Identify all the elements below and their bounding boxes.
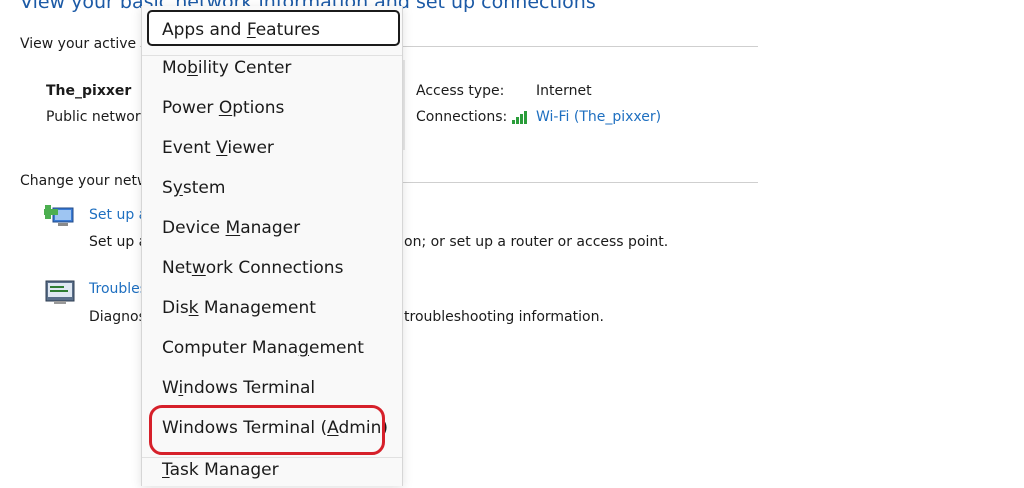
wifi-connection-link[interactable]: Wi-Fi (The_pixxer) — [536, 109, 661, 125]
task-link-troubleshoot[interactable]: Troubles — [89, 281, 147, 297]
menu-item-computer-management[interactable]: Computer Management — [142, 330, 402, 366]
menu-item-accelerator: F — [246, 20, 256, 40]
menu-item-label: anager — [240, 218, 301, 238]
menu-item-label: stem — [182, 178, 226, 198]
menu-item-accelerator: k — [188, 298, 199, 318]
menu-item-label: Dis — [162, 298, 189, 318]
active-networks-label: View your active n — [20, 36, 150, 52]
task-desc-troubleshoot-start: Diagnos — [89, 309, 146, 325]
menu-item-label: Computer Mana — [162, 338, 299, 358]
menu-item-label: ork Connections — [205, 258, 344, 278]
menu-item-disk-management[interactable]: Disk Management — [142, 290, 402, 326]
menu-item-power-options[interactable]: Power Options — [142, 90, 402, 126]
menu-item-label: Apps and — [162, 20, 247, 40]
menu-item-accelerator: V — [216, 138, 228, 158]
menu-item-label: ement — [309, 338, 364, 358]
menu-item-accelerator: O — [218, 98, 233, 118]
network-name: The_pixxer — [46, 83, 132, 99]
menu-item-mobility-center[interactable]: Mobility Center — [142, 50, 402, 86]
menu-item-label: S — [162, 178, 173, 198]
task-desc-setup-end: on; or set up a router or access point. — [404, 234, 669, 250]
menu-item-label: W — [162, 378, 179, 398]
menu-item-label: ptions — [232, 98, 285, 118]
task-desc-troubleshoot-end: troubleshooting information. — [404, 309, 604, 325]
connections-label: Connections: — [416, 109, 508, 125]
troubleshoot-icon — [44, 278, 76, 306]
task-link-setup[interactable]: Set up a — [89, 207, 147, 223]
menu-item-network-connections[interactable]: Network Connections — [142, 250, 402, 286]
menu-item-accelerator: T — [162, 460, 170, 480]
menu-item-label: ask Manager — [169, 460, 279, 480]
menu-item-label: iewer — [227, 138, 274, 158]
menu-item-accelerator: y — [172, 178, 183, 198]
menu-item-device-manager[interactable]: Device Manager — [142, 210, 402, 246]
menu-item-label: ndows Terminal — [183, 378, 316, 398]
menu-item-label: ility Center — [197, 58, 292, 78]
access-type-value: Internet — [536, 83, 592, 99]
menu-item-label: Management — [198, 298, 316, 318]
menu-item-task-manager[interactable]: Task Manager — [142, 452, 402, 488]
menu-item-event-viewer[interactable]: Event Viewer — [142, 130, 402, 166]
task-desc-setup-start: Set up a — [89, 234, 148, 250]
menu-item-label: Net — [162, 258, 192, 278]
menu-item-system[interactable]: System — [142, 170, 402, 206]
menu-item-label: eatures — [255, 20, 320, 40]
wifi-signal-icon — [512, 109, 532, 124]
menu-item-accelerator: g — [298, 338, 309, 358]
menu-item-accelerator: b — [187, 58, 198, 78]
admin-terminal-highlight — [149, 405, 385, 455]
menu-item-windows-terminal[interactable]: Windows Terminal — [142, 370, 402, 406]
menu-item-label: Power — [162, 98, 219, 118]
menu-item-label: Device — [162, 218, 226, 238]
menu-item-label: Mo — [162, 58, 188, 78]
menu-item-accelerator: w — [191, 258, 206, 278]
menu-item-accelerator: M — [225, 218, 241, 238]
network-type: Public network — [46, 109, 149, 125]
change-settings-label: Change your netw — [20, 173, 149, 189]
menu-item-apps-features[interactable]: Apps and Features — [147, 10, 400, 46]
network-setup-icon — [44, 202, 76, 230]
access-type-label: Access type: — [416, 83, 505, 99]
menu-item-label: Event — [162, 138, 217, 158]
